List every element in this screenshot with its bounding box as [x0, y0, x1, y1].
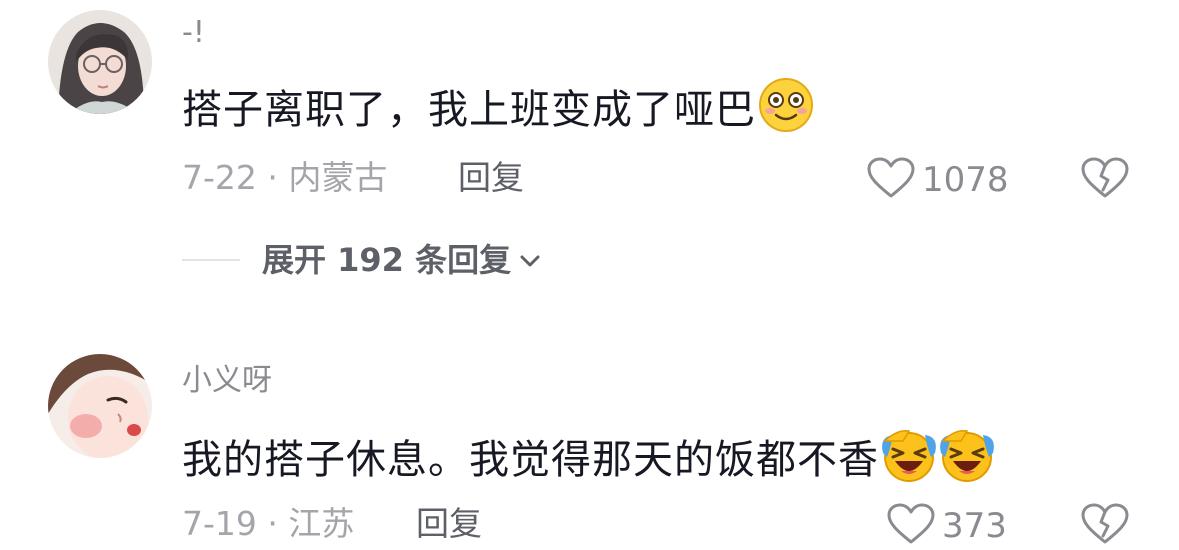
- laughing-crying-emoji-icon: [881, 427, 937, 483]
- like-count: 373: [942, 506, 1007, 546]
- comment-text: 搭子离职了，我上班变成了哑巴: [182, 77, 814, 135]
- comment-text-body: 我的搭子休息。我觉得那天的饭都不香: [182, 437, 879, 483]
- comment-date-location: 7-22 · 内蒙古: [182, 158, 388, 197]
- comment-text-body: 搭子离职了，我上班变成了哑巴: [182, 87, 756, 133]
- broken-heart-icon: [1080, 503, 1130, 550]
- avatar[interactable]: [48, 354, 152, 458]
- divider-line: [182, 259, 240, 261]
- dislike-button[interactable]: [1080, 502, 1130, 550]
- like-count: 1078: [922, 160, 1009, 200]
- heart-icon: [886, 502, 936, 550]
- heart-icon: [866, 156, 916, 204]
- dislike-button[interactable]: [1080, 156, 1130, 204]
- smiling-face-emoji-icon: [758, 77, 814, 133]
- comment-text: 我的搭子休息。我觉得那天的饭都不香: [182, 427, 995, 485]
- expand-replies-button[interactable]: 展开 192 条回复: [182, 238, 541, 282]
- broken-heart-icon: [1080, 157, 1130, 204]
- like-button[interactable]: 1078: [866, 156, 1009, 204]
- laughing-crying-emoji-icon: [939, 427, 995, 483]
- chevron-down-icon: [519, 253, 541, 272]
- avatar[interactable]: [48, 10, 152, 114]
- username[interactable]: -!: [182, 16, 205, 50]
- like-button[interactable]: 373: [886, 502, 1007, 550]
- expand-replies-label: 展开 192 条回复: [262, 241, 512, 279]
- username[interactable]: 小义呀: [182, 364, 272, 398]
- reply-button[interactable]: 回复: [416, 504, 482, 544]
- comment-date-location: 7-19 · 江苏: [182, 504, 355, 543]
- reply-button[interactable]: 回复: [458, 158, 524, 198]
